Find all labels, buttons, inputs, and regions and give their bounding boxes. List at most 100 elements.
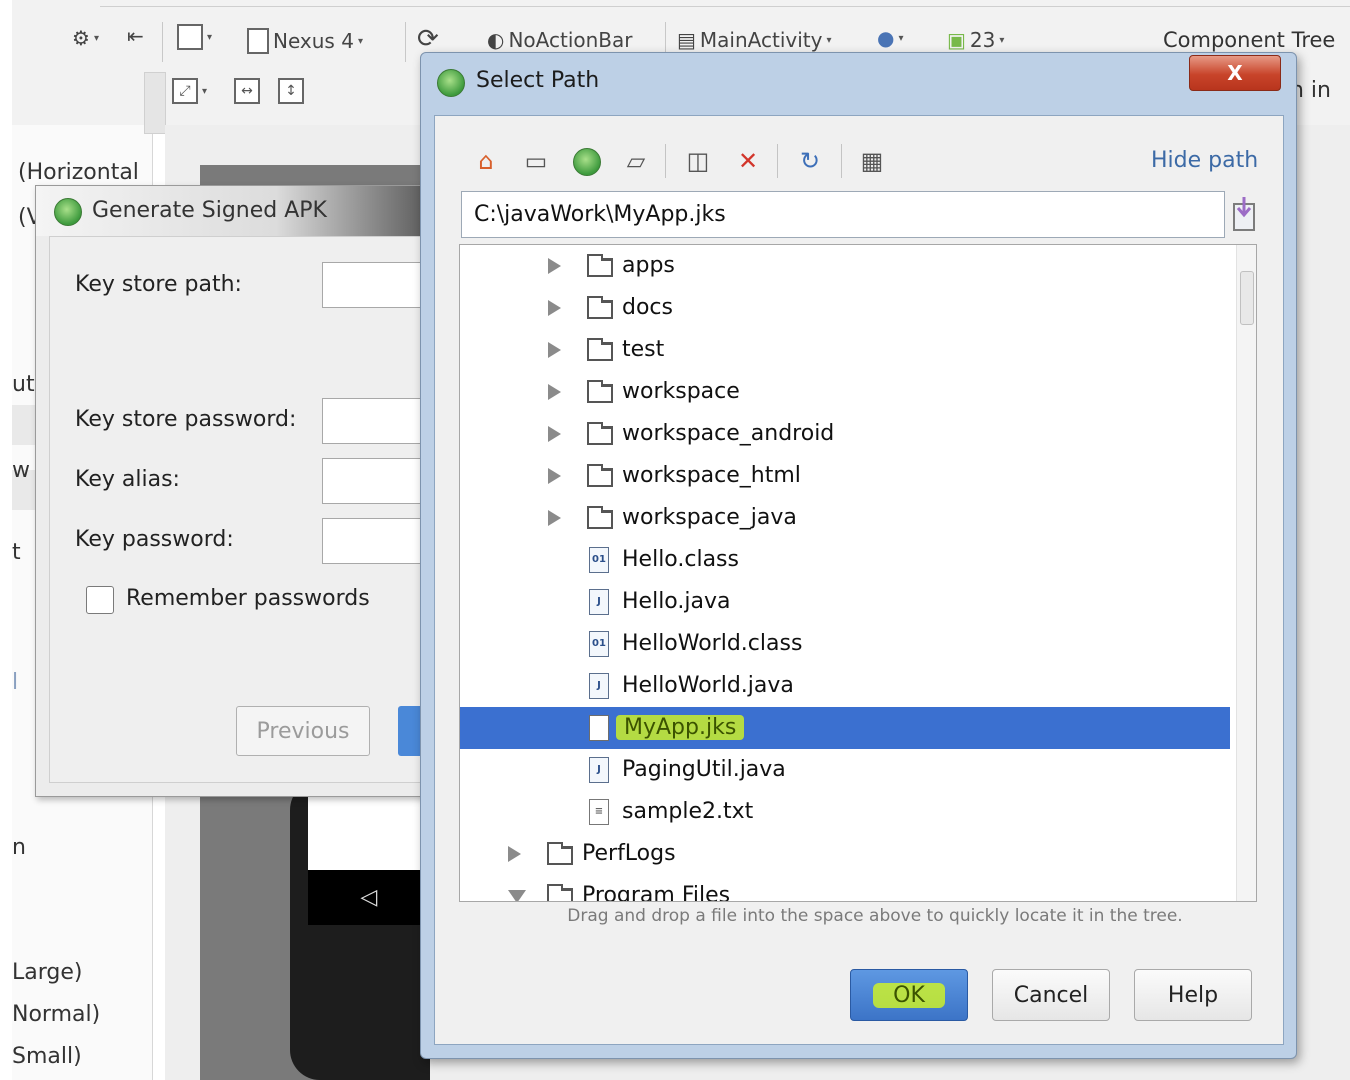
activity-selector[interactable]: ▤ MainActivity ▾	[677, 28, 831, 52]
palette-item[interactable]: t	[12, 540, 21, 565]
theme-icon: ◐	[487, 28, 505, 52]
phone-screen	[308, 790, 430, 870]
tree-folder-row[interactable]: workspace_html	[460, 455, 1230, 497]
tree-file-row[interactable]: ≡ sample2.txt	[460, 791, 1230, 833]
tree-folder-row[interactable]: workspace_android	[460, 413, 1230, 455]
palette-item[interactable]: Small)	[12, 1044, 82, 1069]
key-alias-label: Key alias:	[75, 467, 180, 492]
pin-left-icon: ⇤	[127, 24, 144, 48]
tree-item-label: HelloWorld.class	[622, 631, 803, 656]
tree-file-row[interactable]: J HelloWorld.java	[460, 665, 1230, 707]
delete-button[interactable]: ✕	[731, 144, 765, 178]
tree-folder-row[interactable]: docs	[460, 287, 1230, 329]
palette-item[interactable]: l	[12, 670, 18, 695]
tree-folder-row[interactable]: Program Files	[460, 875, 1230, 901]
module-folder-icon: ▱	[626, 147, 646, 175]
pin-left-button[interactable]: ⇤	[127, 24, 144, 48]
tree-item-label-wrap: PagingUtil.java	[622, 757, 786, 782]
remember-passwords-label[interactable]: Remember passwords	[126, 586, 370, 611]
orientation-button[interactable]: ⟳	[417, 24, 439, 54]
collapsed-arrow-icon[interactable]	[548, 384, 561, 400]
desktop-button[interactable]: ▭	[519, 144, 553, 178]
close-button[interactable]: X	[1189, 55, 1281, 91]
expand-horizontal-button[interactable]: ↔	[234, 78, 260, 104]
home-button[interactable]: ⌂	[469, 144, 503, 178]
tree-folder-row[interactable]: test	[460, 329, 1230, 371]
tree-folder-row[interactable]: PerfLogs	[460, 833, 1230, 875]
tree-scrollbar[interactable]	[1236, 245, 1256, 901]
palette-scrollbar[interactable]	[144, 72, 166, 134]
zoom-fit-icon: ⤢	[172, 78, 198, 104]
dialog-titlebar[interactable]: Select Path X	[421, 53, 1296, 115]
clipboard-download-icon	[1233, 197, 1255, 231]
tree-folder-row[interactable]: apps	[460, 245, 1230, 287]
cancel-button[interactable]: Cancel	[992, 969, 1110, 1021]
project-button[interactable]	[569, 144, 603, 178]
palette-item[interactable]: (Horizontal	[18, 160, 139, 185]
drag-drop-hint: Drag and drop a file into the space abov…	[567, 906, 1183, 926]
tree-file-row[interactable]: MyApp.jks	[460, 707, 1230, 749]
module-button[interactable]: ▱	[619, 144, 653, 178]
txt-file-icon: ≡	[589, 799, 609, 825]
path-history-button[interactable]	[1231, 194, 1257, 234]
palette-item[interactable]: n	[12, 835, 26, 860]
java-file-icon: J	[589, 757, 609, 783]
chevron-down-icon: ▾	[826, 34, 832, 46]
tree-item-label: apps	[622, 253, 675, 278]
tree-item-label-wrap: Hello.class	[622, 547, 739, 572]
device-selector-label: Nexus 4	[273, 29, 354, 53]
settings-gear-button[interactable]: ⚙ ▾	[72, 26, 99, 50]
tree-folder-row[interactable]: workspace	[460, 371, 1230, 413]
chevron-down-icon: ▾	[357, 35, 363, 47]
hide-path-link[interactable]: Hide path	[1151, 148, 1258, 173]
key-store-path-label: Key store path:	[75, 272, 242, 297]
show-hidden-button[interactable]: ▦	[855, 144, 889, 178]
collapsed-arrow-icon[interactable]	[548, 342, 561, 358]
document-icon	[177, 24, 203, 50]
ok-button[interactable]: OK	[850, 969, 968, 1021]
palette-item[interactable]: ut	[12, 372, 35, 397]
device-selector[interactable]: Nexus 4 ▾	[247, 28, 363, 54]
tree-item-label-wrap: workspace	[622, 379, 740, 404]
tree-scroll-thumb[interactable]	[1240, 271, 1254, 325]
file-tree[interactable]: apps docs test workspace workspace_androidwo…	[459, 244, 1257, 902]
palette-item[interactable]: Normal)	[12, 1002, 100, 1027]
tree-file-row[interactable]: 01 HelloWorld.class	[460, 623, 1230, 665]
palette-item[interactable]: w	[12, 458, 30, 483]
previous-button[interactable]: Previous	[236, 706, 370, 756]
folder-icon	[587, 506, 613, 529]
java-file-icon: J	[589, 673, 609, 699]
tree-file-row[interactable]: J PagingUtil.java	[460, 749, 1230, 791]
refresh-button[interactable]: ↻	[793, 144, 827, 178]
theme-selector[interactable]: ◐ NoActionBar	[487, 28, 633, 52]
collapsed-arrow-icon[interactable]	[548, 300, 561, 316]
collapsed-arrow-icon[interactable]	[548, 468, 561, 484]
collapsed-arrow-icon[interactable]	[508, 846, 521, 862]
android-studio-icon	[573, 148, 601, 176]
render-mode-button[interactable]: ▾	[177, 24, 212, 50]
tree-item-label-wrap: Program Files	[582, 883, 730, 901]
tree-item-label: PerfLogs	[582, 841, 676, 866]
collapsed-arrow-icon[interactable]	[548, 258, 561, 274]
collapsed-arrow-icon[interactable]	[548, 510, 561, 526]
new-folder-button[interactable]: ◫	[681, 144, 715, 178]
tree-file-row[interactable]: J Hello.java	[460, 581, 1230, 623]
expanded-arrow-icon[interactable]	[508, 890, 526, 901]
tree-item-label: workspace_java	[622, 505, 797, 530]
tree-file-row[interactable]: 01 Hello.class	[460, 539, 1230, 581]
component-tree-title[interactable]: Component Tree	[1163, 28, 1335, 52]
collapsed-arrow-icon[interactable]	[548, 426, 561, 442]
dialog-titlebar[interactable]: Generate Signed APK	[36, 186, 436, 236]
expand-vertical-button[interactable]: ↕	[278, 78, 304, 104]
palette-item[interactable]: Large)	[12, 960, 82, 985]
tree-item-label: sample2.txt	[622, 799, 754, 824]
remember-passwords-checkbox[interactable]	[86, 586, 114, 614]
help-button[interactable]: Help	[1134, 969, 1252, 1021]
api-level-selector[interactable]: ▣ 23 ▾	[947, 28, 1004, 52]
tree-folder-row[interactable]: workspace_java	[460, 497, 1230, 539]
locale-selector[interactable]: ● ▾	[877, 26, 903, 50]
path-input[interactable]: C:\javaWork\MyApp.jks	[461, 191, 1225, 238]
zoom-fit-button[interactable]: ⤢ ▾	[172, 78, 207, 104]
tree-item-label-wrap: HelloWorld.class	[622, 631, 802, 656]
tree-item-label: workspace_android	[622, 421, 835, 446]
